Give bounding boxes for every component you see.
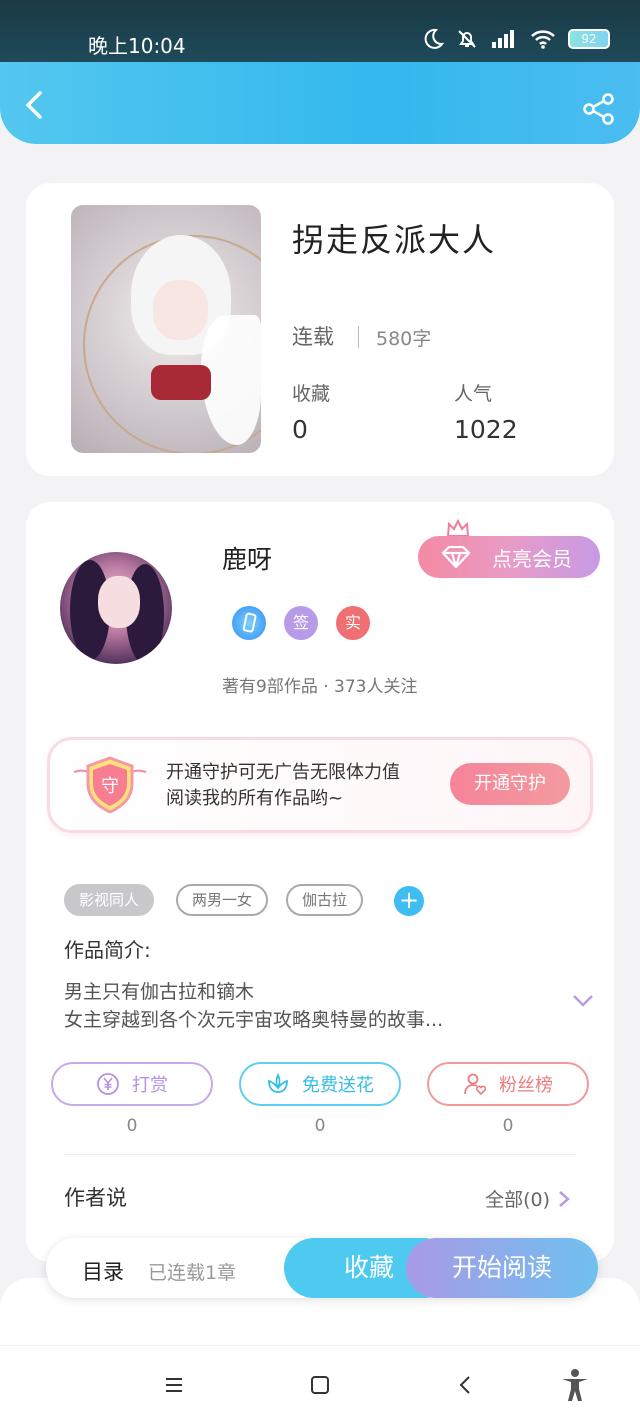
author-say-all-label: 全部(0) [485, 1189, 550, 1211]
wifi-icon [531, 30, 555, 49]
toc-button[interactable]: 目录 [82, 1256, 124, 1286]
bottom-action-bar: 目录 已连载1章 收藏 开始阅读 [46, 1238, 598, 1298]
phone-badge-icon [232, 606, 266, 640]
back-arrow-icon[interactable] [22, 90, 48, 120]
chevron-right-icon [559, 1190, 570, 1207]
system-nav-bar [0, 1345, 640, 1422]
divider [64, 1154, 576, 1155]
stat-value-collect: 0 [292, 415, 308, 444]
reward-button[interactable]: 打赏 [51, 1062, 213, 1106]
chapter-count: 已连载1章 [148, 1262, 237, 1284]
open-guard-button[interactable]: 开通守护 [450, 763, 570, 805]
stat-label-popularity: 人气 [454, 383, 493, 405]
crown-icon [446, 518, 470, 537]
diamond-icon [441, 546, 471, 568]
author-avatar[interactable] [60, 552, 172, 664]
fan-rank-label: 粉丝榜 [499, 1075, 553, 1096]
status-time: 晚上10:04 [88, 34, 186, 58]
svg-text:守: 守 [101, 776, 119, 797]
status-bar: 晚上10:04 92 [0, 0, 640, 62]
author-meta: 著有9部作品 · 373人关注 [222, 677, 418, 697]
guard-shield-icon: 守 [73, 756, 147, 814]
guard-text: 开通守护可无广告无限体力值 阅读我的所有作品哟~ [166, 760, 400, 812]
send-flower-button[interactable]: 免费送花 [239, 1062, 401, 1106]
verified-badge: 实 [336, 606, 370, 640]
intro-line2: 女主穿越到各个次元宇宙攻略奥特曼的故事... [64, 1009, 444, 1031]
signal-icon [492, 30, 514, 48]
accessibility-icon[interactable] [560, 1368, 590, 1402]
bell-muted-icon [458, 30, 476, 48]
reward-count: 0 [126, 1116, 138, 1136]
user-heart-icon [464, 1073, 487, 1096]
vip-button-label: 点亮会员 [492, 546, 572, 571]
tag-item[interactable]: 伽古拉 [286, 884, 364, 916]
flower-count: 0 [314, 1116, 326, 1136]
book-word-count: 580字 [376, 328, 432, 350]
book-cover-image [71, 205, 261, 453]
moon-icon [424, 28, 444, 49]
reward-label: 打赏 [132, 1075, 168, 1096]
fan-count: 0 [502, 1116, 514, 1136]
stat-label-collect: 收藏 [292, 383, 331, 405]
intro-line1: 男主只有伽古拉和镝木 [64, 981, 255, 1003]
guard-text-line2: 阅读我的所有作品哟~ [166, 788, 344, 809]
flower-icon [268, 1072, 288, 1093]
expand-chevron-icon[interactable] [572, 994, 594, 1008]
menu-icon[interactable] [164, 1376, 184, 1394]
fan-rank-button[interactable]: 粉丝榜 [427, 1062, 589, 1106]
signed-badge: 签 [284, 606, 318, 640]
back-nav-icon[interactable] [458, 1374, 472, 1396]
add-tag-button[interactable]: + [394, 886, 424, 916]
guard-text-line1: 开通守护可无广告无限体力值 [166, 762, 400, 783]
book-info-card: 拐走反派大人 连载 580字 收藏 0 人气 1022 [26, 183, 614, 476]
book-status: 连载 [292, 325, 334, 349]
author-say-all-link[interactable]: 全部(0) [485, 1185, 570, 1212]
tag-item[interactable]: 影视同人 [64, 884, 155, 916]
top-bar [0, 62, 640, 144]
battery-icon: 92 [568, 29, 610, 49]
author-say-title: 作者说 [64, 1186, 127, 1210]
guard-banner: 守 开通守护可无广告无限体力值 阅读我的所有作品哟~ 开通守护 [50, 740, 590, 830]
author-name[interactable]: 鹿呀 [222, 540, 272, 576]
book-title: 拐走反派大人 [292, 221, 497, 259]
send-flower-label: 免费送花 [302, 1075, 374, 1096]
tag-item[interactable]: 两男一女 [176, 884, 269, 916]
vip-button[interactable]: 点亮会员 [418, 536, 600, 578]
stat-value-popularity: 1022 [454, 415, 518, 444]
start-reading-button[interactable]: 开始阅读 [406, 1238, 598, 1298]
status-icons: 92 [422, 28, 610, 50]
share-icon[interactable] [582, 92, 616, 126]
intro-text: 男主只有伽古拉和镝木 女主穿越到各个次元宇宙攻略奥特曼的故事... [64, 978, 443, 1034]
intro-title: 作品简介: [64, 938, 151, 962]
home-square-icon[interactable] [310, 1375, 330, 1395]
divider [358, 326, 359, 348]
yen-coin-icon [97, 1073, 119, 1095]
author-card: 鹿呀 点亮会员 签 实 著有9部作品 · 373人关注 守 开通守护可无广告无限… [26, 502, 614, 1262]
